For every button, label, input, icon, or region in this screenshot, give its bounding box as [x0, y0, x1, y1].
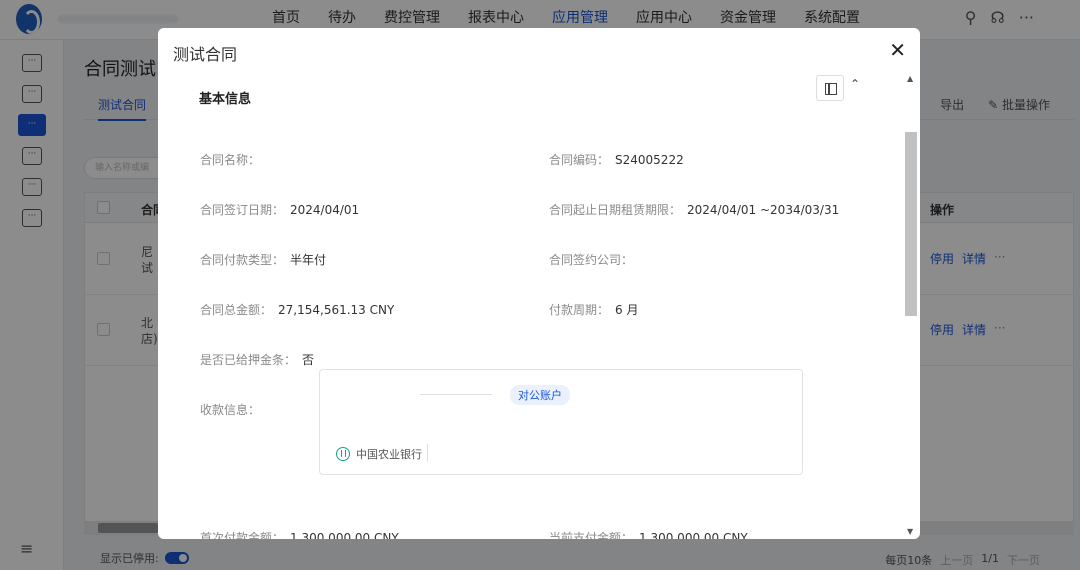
- field-label: 合同编码：: [549, 153, 610, 167]
- field-sign-company: 合同签约公司：: [549, 251, 639, 268]
- field-contract-code: 合同编码： S24005222: [549, 151, 684, 168]
- account-type-badge: 对公账户: [510, 385, 570, 405]
- field-payment-type: 合同付款类型： 半年付: [200, 251, 326, 268]
- field-value: 1,300,000.00 CNY: [639, 531, 748, 539]
- field-label: 付款周期：: [549, 303, 610, 317]
- field-label: 合同签订日期：: [200, 203, 285, 217]
- section-title-basic-info: 基本信息: [199, 92, 252, 107]
- field-label: 合同名称：: [200, 153, 261, 167]
- field-value: 6 月: [615, 303, 639, 317]
- divider: [427, 444, 428, 462]
- field-payee-info: 收款信息：: [200, 401, 260, 418]
- divider: [420, 394, 492, 395]
- field-sign-date: 合同签订日期： 2024/04/01: [200, 201, 359, 218]
- field-value: 否: [302, 353, 315, 367]
- scroll-up-icon[interactable]: ▲: [907, 74, 913, 83]
- modal-scroll-area[interactable]: 基本信息 ⌃ 合同名称： 合同编码： S24005222 合同签订日期： 2024/…: [170, 72, 903, 539]
- field-label: 首次付款金额：: [200, 531, 285, 539]
- field-value: 1,300,000.00 CNY: [290, 531, 399, 539]
- vertical-scrollbar[interactable]: ▲ ▼: [904, 74, 918, 539]
- field-value: 2024/04/01 ~2034/03/31: [687, 203, 840, 217]
- field-label: 收款信息：: [200, 403, 261, 417]
- layout-toggle-icon[interactable]: [816, 75, 844, 101]
- payee-account-card: 对公账户 中国农业银行: [319, 369, 803, 475]
- field-value: 半年付: [290, 253, 327, 267]
- field-label: 合同付款类型：: [200, 253, 285, 267]
- close-icon[interactable]: ✕: [889, 38, 906, 62]
- field-value: 27,154,561.13 CNY: [278, 303, 395, 317]
- field-value: 2024/04/01: [290, 203, 360, 217]
- field-first-payment: 首次付款金额： 1,300,000.00 CNY: [200, 529, 399, 539]
- scroll-down-icon[interactable]: ▼: [907, 527, 913, 536]
- field-payment-cycle: 付款周期： 6 月: [549, 301, 638, 318]
- field-label: 当前支付金额：: [549, 531, 634, 539]
- bank-logo-icon: [336, 447, 350, 461]
- modal-title: 测试合同: [173, 45, 238, 64]
- field-lease-period: 合同起止日期租赁期限： 2024/04/01 ~2034/03/31: [549, 201, 839, 218]
- field-contract-name: 合同名称：: [200, 151, 266, 168]
- field-current-payment: 当前支付金额： 1,300,000.00 CNY: [549, 529, 748, 539]
- field-label: 合同签约公司：: [549, 253, 634, 267]
- chevron-up-icon[interactable]: ⌃: [850, 77, 860, 91]
- field-value: S24005222: [615, 153, 684, 167]
- field-total-amount: 合同总金额： 27,154,561.13 CNY: [200, 301, 394, 318]
- field-label: 合同总金额：: [200, 303, 273, 317]
- contract-detail-modal: 测试合同 ✕ 基本信息 ⌃ 合同名称： 合同编码： S24005222 合同签订日…: [158, 28, 920, 539]
- bank-name: 中国农业银行: [356, 448, 422, 461]
- field-label: 是否已给押金条：: [200, 353, 297, 367]
- field-deposit-receipt: 是否已给押金条： 否: [200, 351, 314, 368]
- field-label: 合同起止日期租赁期限：: [549, 203, 682, 217]
- scrollbar-thumb[interactable]: [905, 132, 917, 316]
